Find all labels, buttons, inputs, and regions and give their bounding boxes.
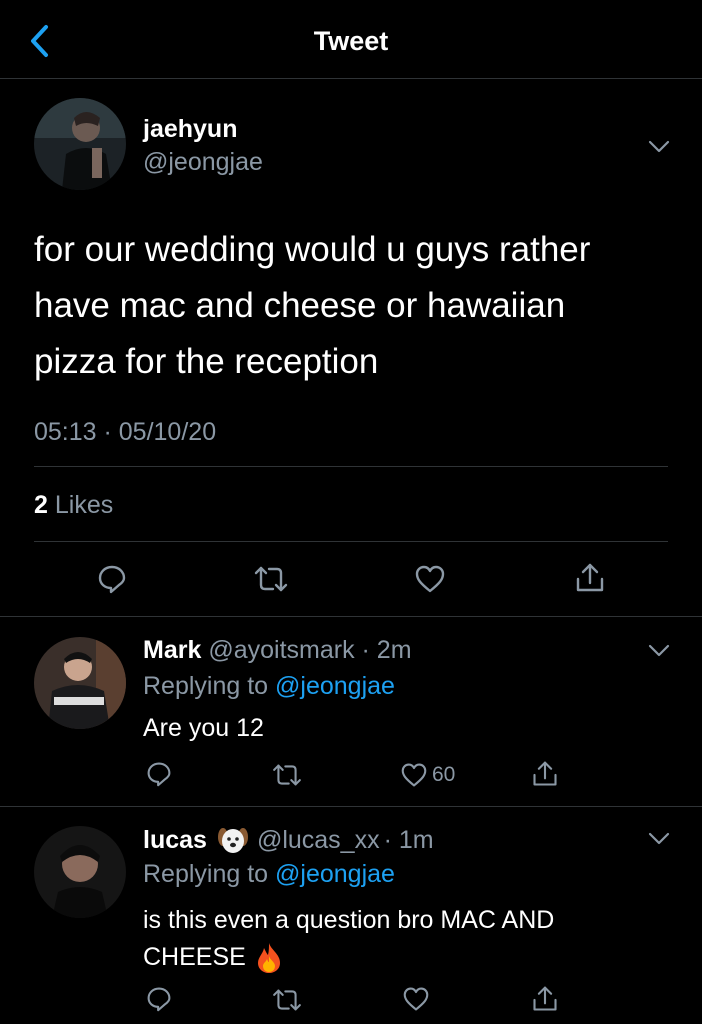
reply-time: · 1m	[383, 825, 434, 854]
like-icon	[401, 763, 427, 787]
replying-to: Replying to @jeongjae	[143, 860, 395, 889]
reply-text-line: CHEESE	[143, 943, 246, 971]
like-button[interactable]: 60	[400, 760, 455, 790]
replying-to-handle[interactable]: @jeongjae	[275, 860, 395, 888]
like-icon[interactable]	[402, 986, 430, 1012]
fire-emoji-icon	[257, 942, 280, 973]
tweet-timestamp: 05:13 · 05/10/20	[34, 418, 217, 446]
retweet-icon[interactable]	[271, 763, 303, 787]
likes-label: Likes	[54, 491, 114, 519]
reply-time: · 2m	[361, 636, 412, 664]
reply-icon[interactable]	[146, 986, 172, 1012]
avatar-photo	[34, 98, 126, 190]
divider	[0, 616, 702, 617]
avatar-photo	[34, 637, 126, 729]
divider	[34, 466, 668, 467]
share-icon[interactable]	[531, 760, 559, 788]
reply-header: Mark @ayoitsmark · 2m	[143, 636, 412, 665]
avatar-jaehyun[interactable]	[34, 98, 126, 190]
reply-text: Are you 12	[143, 714, 264, 742]
tweet-text-line: have mac and cheese or hawaiian	[34, 286, 566, 325]
divider	[0, 806, 702, 807]
page-title: Tweet	[313, 26, 389, 56]
avatar-mark[interactable]	[34, 637, 126, 729]
author-handle[interactable]: @jeongjae	[143, 148, 263, 177]
reply-icon[interactable]	[146, 761, 172, 787]
tweet-text-line: for our wedding would u guys rather	[34, 230, 591, 269]
reply-author-name[interactable]: lucas	[143, 826, 207, 855]
reply-author-handle[interactable]: @lucas_xx	[257, 826, 380, 855]
reply-author-handle[interactable]: @ayoitsmark	[208, 636, 354, 664]
reply-options-chevron-icon[interactable]	[648, 832, 670, 846]
reply-author-name[interactable]: Mark	[143, 636, 201, 664]
likes-summary[interactable]: 2 Likes	[34, 491, 113, 520]
replying-to-label: Replying to	[143, 860, 269, 888]
reply-header: lucas @lucas_xx · 1m	[143, 825, 434, 855]
share-icon[interactable]	[531, 985, 559, 1013]
share-icon[interactable]	[574, 562, 606, 594]
author-name[interactable]: jaehyun	[143, 115, 237, 144]
reply-text-line: is this even a question bro MAC AND	[143, 906, 555, 934]
tweet-options-chevron-icon[interactable]	[648, 140, 670, 154]
reply-icon[interactable]	[97, 564, 127, 594]
replying-to-handle[interactable]: @jeongjae	[275, 672, 395, 700]
replying-to-label: Replying to	[143, 672, 269, 700]
likes-count: 2	[34, 491, 48, 519]
retweet-icon[interactable]	[271, 988, 303, 1012]
reply-text: is this even a question bro MAC AND CHEE…	[143, 902, 554, 976]
tweet-text: for our wedding would u guys rather have…	[34, 222, 590, 390]
reply-text-line-wrap: CHEESE	[143, 939, 554, 976]
tweet-text-line: pizza for the reception	[34, 342, 379, 381]
avatar-lucas[interactable]	[34, 826, 126, 918]
avatar-photo	[34, 826, 126, 918]
divider	[34, 541, 668, 542]
top-bar: Tweet	[0, 0, 702, 79]
like-count: 60	[432, 763, 456, 786]
retweet-icon[interactable]	[253, 565, 289, 593]
replying-to: Replying to @jeongjae	[143, 672, 395, 701]
like-icon[interactable]	[414, 564, 446, 594]
reply-options-chevron-icon[interactable]	[648, 644, 670, 658]
dog-face-emoji-icon	[217, 828, 248, 853]
